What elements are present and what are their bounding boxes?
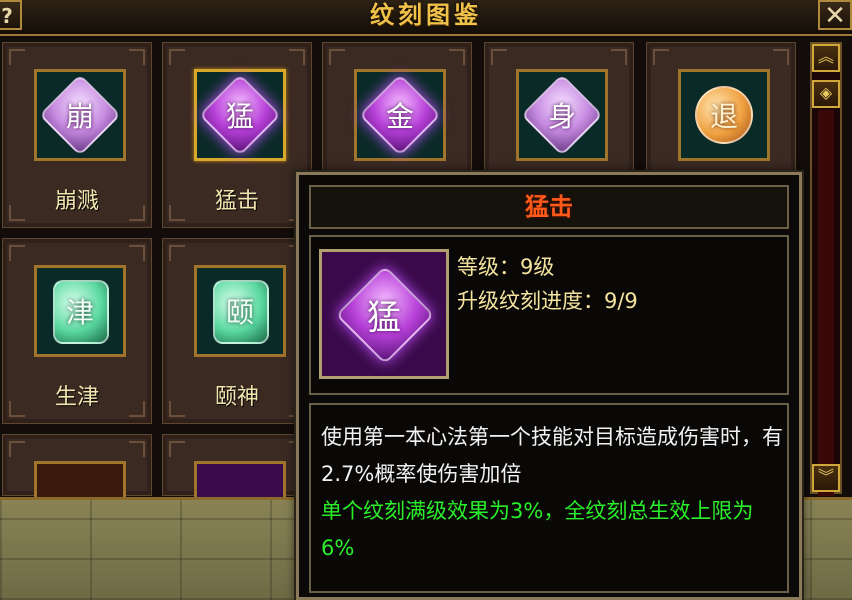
inscription-cell-bengjian[interactable]: 崩 崩溅: [2, 42, 152, 228]
title-bar: 纹刻图鉴 ? ✕: [0, 0, 852, 36]
help-button[interactable]: ?: [0, 0, 22, 30]
inscription-glyph: 退: [709, 100, 738, 133]
window-title: 纹刻图鉴: [370, 1, 482, 29]
inscription-label: 生津: [54, 385, 99, 410]
inscription-glyph: 身: [547, 100, 576, 133]
inscription-label: 崩溅: [54, 189, 99, 214]
inscription-cell-shengjin[interactable]: 津 生津: [2, 238, 152, 424]
corner-ornament: [169, 245, 185, 261]
corner-ornament: [449, 49, 465, 65]
tooltip-inscription-icon: 猛: [319, 249, 449, 379]
upgrade-progress-text: 升级纹刻进度：9/9: [457, 289, 638, 313]
corner-ornament: [129, 441, 145, 457]
inscription-cell-mengji[interactable]: 猛 猛击: [162, 42, 312, 228]
corner-ornament: [9, 245, 25, 261]
corner-ornament: [169, 49, 185, 65]
corner-ornament: [169, 441, 185, 457]
inscription-icon-frame: 金: [354, 69, 446, 161]
tooltip-description-box: 使用第一本心法第一个技能对目标造成伤害时，有2.7%概率使伤害加倍 单个纹刻满级…: [309, 403, 789, 593]
tooltip-title-box: 猛击: [309, 185, 789, 229]
inscription-glyph: 猛: [225, 100, 254, 133]
corner-ornament: [491, 49, 507, 65]
diamond-icon[interactable]: ◈: [812, 80, 840, 108]
inscription-label: 颐神: [214, 385, 259, 410]
inscription-tooltip: 猛击 猛 等级：9级 升级纹刻进度：9/9 使用第一本心法第一个技能对目标造成伤…: [296, 172, 802, 600]
inscription-icon-frame: 津: [34, 265, 126, 357]
double-chevron-down-icon[interactable]: ︾: [812, 464, 840, 492]
tooltip-title: 猛击: [525, 193, 573, 221]
corner-ornament: [9, 441, 25, 457]
corner-ornament: [289, 49, 305, 65]
effect-description: 使用第一本心法第一个技能对目标造成伤害时，有2.7%概率使伤害加倍: [321, 425, 783, 486]
inscription-icon-frame: 猛: [194, 69, 286, 161]
inscription-icon-frame: 身: [516, 69, 608, 161]
corner-ornament: [129, 245, 145, 261]
double-chevron-up-icon[interactable]: ︽: [812, 44, 840, 72]
inscription-cell-yishen[interactable]: 颐 颐神: [162, 238, 312, 424]
inscription-glyph: 颐: [225, 296, 254, 329]
corner-ornament: [9, 49, 25, 65]
corner-ornament: [129, 49, 145, 65]
inscription-glyph: 金: [385, 100, 414, 133]
scrollbar[interactable]: ︽ ◈ ︾: [810, 42, 842, 496]
tooltip-info-box: 猛 等级：9级 升级纹刻进度：9/9: [309, 235, 789, 395]
inscription-icon-frame: 颐: [194, 265, 286, 357]
inscription-icon-frame: [194, 461, 286, 497]
level-text: 等级：9级: [457, 255, 555, 279]
scroll-track[interactable]: [818, 110, 834, 496]
inscription-cell-row3-1[interactable]: [2, 434, 152, 497]
inscription-icon-frame: 退: [678, 69, 770, 161]
inscription-icon-frame: 崩: [34, 69, 126, 161]
corner-ornament: [329, 49, 345, 65]
corner-ornament: [611, 49, 627, 65]
inscription-glyph: 崩: [65, 100, 94, 133]
corner-ornament: [773, 49, 789, 65]
inscription-glyph: 津: [65, 296, 94, 329]
inscription-icon-frame: [34, 461, 126, 497]
inscription-glyph: 猛: [367, 297, 401, 338]
inscription-cell-row3-2[interactable]: [162, 434, 312, 497]
corner-ornament: [653, 49, 669, 65]
max-level-bonus-text: 单个纹刻满级效果为3%，全纹刻总生效上限为6%: [321, 499, 754, 560]
close-button[interactable]: ✕: [818, 0, 852, 30]
inscription-label: 猛击: [214, 189, 259, 214]
